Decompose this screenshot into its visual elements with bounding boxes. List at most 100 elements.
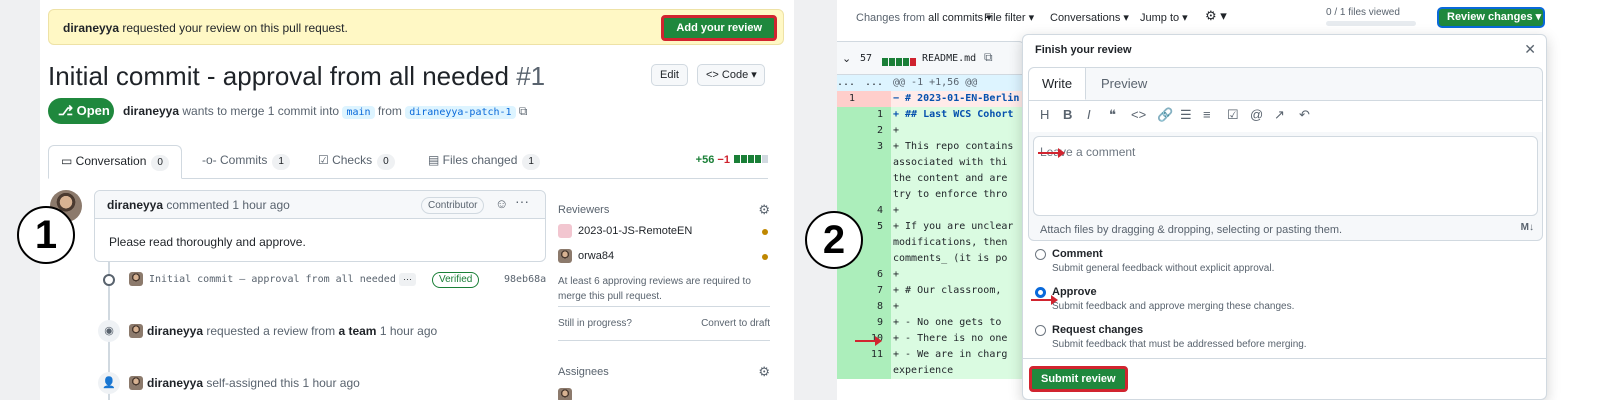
review-request-banner: diraneyya requested your review on this … — [48, 9, 784, 45]
new-line-number[interactable]: 2 — [853, 123, 883, 139]
review-changes-button[interactable]: Review changes ▾ — [1437, 7, 1545, 28]
assignee-avatar[interactable] — [558, 388, 572, 400]
tab-preview[interactable]: Preview — [1101, 68, 1147, 100]
old-line-number[interactable]: 1 — [837, 91, 855, 107]
new-line-number[interactable]: ... — [853, 75, 883, 91]
diff-line[interactable]: 1 − # 2023-01-EN-Berlin — [837, 91, 1045, 107]
italic-icon[interactable]: I — [1087, 107, 1091, 122]
link-icon[interactable]: 🔗 — [1157, 107, 1173, 123]
add-review-button[interactable]: Add your review — [661, 15, 777, 41]
new-line-number[interactable]: 8 — [853, 299, 883, 315]
divider — [558, 306, 770, 307]
diff-line[interactable]: 7 + # Our classroom, — [837, 283, 1045, 299]
hunk-header[interactable]: ...... @@ -1 +1,56 @@ — [837, 75, 1045, 91]
new-line-number[interactable]: 3 — [853, 139, 883, 155]
code-text: modifications, then — [893, 237, 1008, 248]
diff-line[interactable]: associated with thi — [837, 155, 1045, 171]
reviewer-avatar[interactable] — [558, 249, 572, 263]
merge-user[interactable]: diraneyya — [123, 104, 179, 118]
reviewer-team[interactable]: 2023-01-JS-RemoteEN — [578, 225, 692, 237]
task-list-icon[interactable]: ☑ — [1227, 107, 1239, 123]
tab-conversation[interactable]: ▭ Conversation 0 — [48, 145, 182, 179]
new-line-number[interactable]: 9 — [853, 315, 883, 331]
team-avatar[interactable] — [558, 224, 572, 238]
base-branch[interactable]: main — [342, 106, 375, 119]
jump-to-dropdown[interactable]: Jump to ▾ — [1140, 11, 1188, 24]
diff-line[interactable]: 8 + — [837, 299, 1045, 315]
diff-line[interactable]: 3 + This repo contains — [837, 139, 1045, 155]
banner-user[interactable]: diraneyya — [63, 21, 119, 35]
tab-checks[interactable]: ☑ Checks 0 — [318, 145, 395, 179]
reviewer-user[interactable]: orwa84 — [578, 250, 614, 262]
diff-line[interactable]: 9 + - No one gets to — [837, 315, 1045, 331]
diff-line[interactable]: experience — [837, 363, 1045, 379]
diff-line[interactable]: 11 + - We are in charg — [837, 347, 1045, 363]
diff-line[interactable]: modifications, then — [837, 235, 1045, 251]
heading-icon[interactable]: H — [1040, 107, 1049, 122]
code-button[interactable]: <> Code ▾ — [697, 64, 765, 86]
smiley-icon[interactable]: ☺ — [495, 196, 508, 211]
diff-line[interactable]: the content and are — [837, 171, 1045, 187]
commit-expand-button[interactable]: ··· — [399, 273, 416, 286]
new-line-number[interactable]: 1 — [853, 107, 883, 123]
code-icon[interactable]: <> — [1131, 107, 1146, 122]
comment-textarea[interactable]: Leave a comment — [1033, 136, 1538, 216]
copy-icon[interactable]: ⧉ — [984, 50, 993, 65]
diff-toolbar: Changes from all commits ▾ File filter ▾… — [837, 0, 1600, 34]
diff-line[interactable]: 2 + — [837, 123, 1045, 139]
reference-icon[interactable]: ↗ — [1274, 107, 1285, 123]
bold-icon[interactable]: B — [1063, 107, 1072, 122]
commit-message[interactable]: Initial commit – approval from all neede… — [149, 274, 396, 285]
tab-commits[interactable]: -o- Commits 1 — [202, 145, 290, 179]
assignees-heading: Assignees — [558, 366, 609, 378]
quote-icon[interactable]: ❝ — [1109, 107, 1116, 123]
kebab-menu-icon[interactable]: ··· — [515, 193, 529, 209]
approve-radio[interactable] — [1035, 287, 1046, 298]
event-avatar[interactable] — [129, 324, 143, 338]
diff-line[interactable]: comments_ (it is po — [837, 251, 1045, 267]
head-branch[interactable]: diraneyya-patch-1 — [405, 106, 516, 119]
bullet-list-icon[interactable]: ☰ — [1180, 107, 1192, 123]
edit-button[interactable]: Edit — [651, 64, 688, 86]
verified-badge[interactable]: Verified — [432, 272, 480, 288]
markdown-icon[interactable]: M↓ — [1521, 222, 1534, 233]
diff-line[interactable]: 1 + ## Last WCS Cohort — [837, 107, 1045, 123]
convert-to-draft-link[interactable]: Convert to draft — [701, 318, 770, 329]
assign-event-avatar[interactable] — [129, 376, 143, 390]
file-header: ⌄ 57 README.md ⧉ — [837, 41, 1025, 75]
arrow-to-comment-icon — [1038, 148, 1065, 158]
submit-review-button[interactable]: Submit review — [1029, 366, 1128, 392]
conversations-dropdown[interactable]: Conversations ▾ — [1050, 11, 1129, 24]
new-line-number[interactable]: 7 — [853, 283, 883, 299]
file-filter-dropdown[interactable]: File filter ▾ — [984, 11, 1034, 24]
gear-icon[interactable]: ⚙ ▾ — [1205, 8, 1227, 24]
assignees-gear-icon[interactable]: ⚙ — [758, 364, 770, 380]
changes-dropdown[interactable]: Changes from all commits ▾ — [856, 11, 992, 24]
diff-line[interactable]: 10+ - There is no one — [837, 331, 1045, 347]
diff-line[interactable]: try to enforce thro — [837, 187, 1045, 203]
new-line-number[interactable]: 11 — [853, 347, 883, 363]
new-line-number[interactable]: 6 — [853, 267, 883, 283]
file-diff-icon: ▤ — [428, 153, 443, 167]
request-changes-radio[interactable] — [1035, 325, 1046, 336]
mention-icon[interactable]: @ — [1250, 107, 1263, 122]
comment-author[interactable]: diraneyya — [107, 198, 163, 212]
copy-icon[interactable]: ⧉ — [519, 104, 528, 118]
tab-write[interactable]: Write — [1029, 68, 1087, 100]
attach-files-hint[interactable]: Attach files by dragging & dropping, sel… — [1040, 224, 1342, 236]
diff-line[interactable]: 6 + — [837, 267, 1045, 283]
file-name[interactable]: README.md — [922, 53, 976, 64]
chevron-down-icon[interactable]: ⌄ — [842, 52, 851, 65]
numbered-list-icon[interactable]: ≡ — [1203, 107, 1211, 122]
commit-author-avatar[interactable] — [129, 272, 143, 286]
new-line-number[interactable]: 4 — [853, 203, 883, 219]
diff-line[interactable]: 4 + — [837, 203, 1045, 219]
tab-files-changed[interactable]: ▤ Files changed 1 — [428, 145, 540, 179]
comment-radio[interactable] — [1035, 249, 1046, 260]
close-icon[interactable]: ✕ — [1524, 41, 1536, 58]
undo-icon[interactable]: ↶ — [1299, 107, 1310, 123]
pr-sidebar: Reviewers ⚙ 2023-01-JS-RemoteEN orwa84 A… — [558, 202, 770, 400]
commit-sha[interactable]: 98eb68a — [504, 274, 546, 285]
diff-line[interactable]: 5 + If you are unclear — [837, 219, 1045, 235]
reviewers-gear-icon[interactable]: ⚙ — [758, 202, 770, 218]
